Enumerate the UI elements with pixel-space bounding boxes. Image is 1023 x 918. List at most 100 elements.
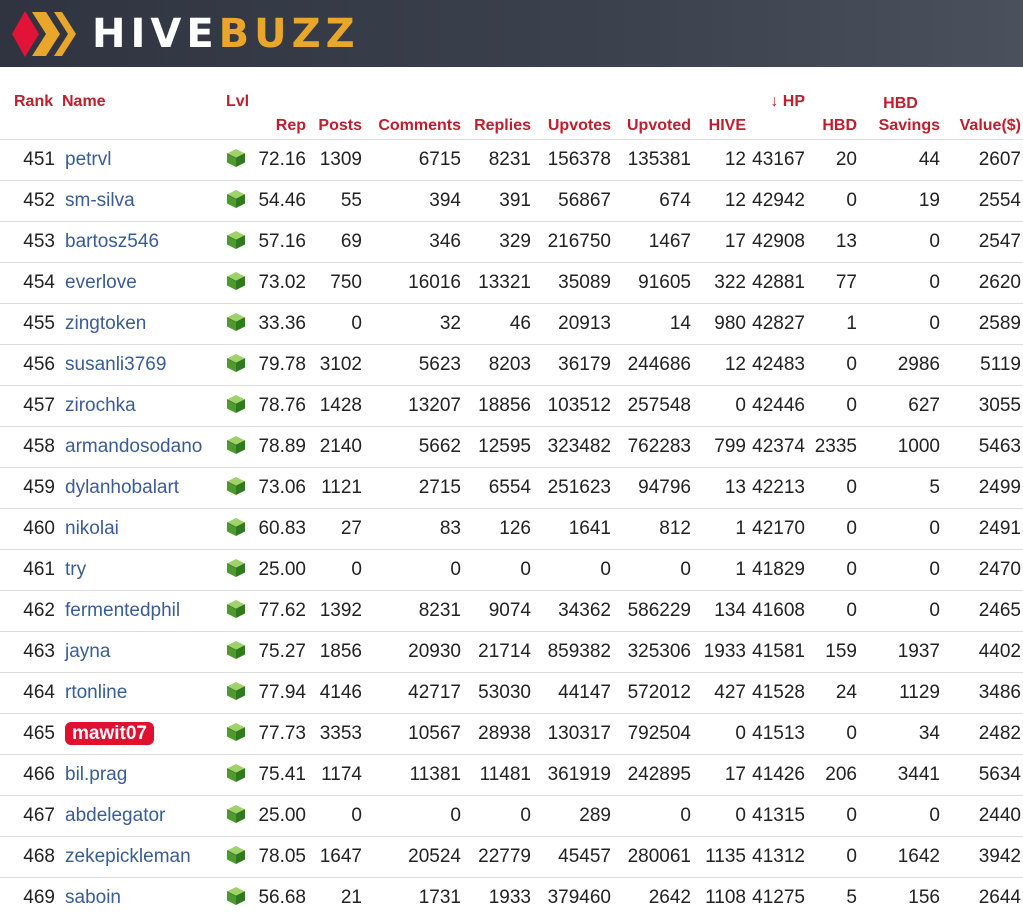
upvoted-cell: 812 <box>613 509 693 550</box>
level-cell <box>224 263 250 304</box>
user-name-link[interactable]: jayna <box>60 632 224 673</box>
leaderboard-table: Rank Name Lvl Rep Posts Comments Replies… <box>0 80 1023 918</box>
value-cell: 5634 <box>942 755 1023 796</box>
hive-cell: 17 <box>693 755 748 796</box>
savings-cell: 19 <box>859 181 942 222</box>
brand-wordmark[interactable]: HIVEBUZZ <box>92 11 360 57</box>
comments-cell: 6715 <box>364 140 463 181</box>
level-cell <box>224 427 250 468</box>
user-name-link[interactable]: dylanhobalart <box>60 468 224 509</box>
level-cell <box>224 591 250 632</box>
user-name-link[interactable]: saboin <box>60 878 224 918</box>
user-name-link[interactable]: armandosodano <box>60 427 224 468</box>
hp-cell: 41608 <box>748 591 807 632</box>
user-name-link[interactable]: rtonline <box>60 673 224 714</box>
header-hp[interactable]: ↓ HP <box>748 80 807 140</box>
hbd-cell: 24 <box>807 673 859 714</box>
hbd-cell: 0 <box>807 345 859 386</box>
value-cell: 3486 <box>942 673 1023 714</box>
user-name-link[interactable]: bil.prag <box>60 755 224 796</box>
user-name-link[interactable]: bartosz546 <box>60 222 224 263</box>
rep-cell: 77.94 <box>250 673 308 714</box>
hive-cell: 799 <box>693 427 748 468</box>
header-posts[interactable]: Posts <box>308 80 364 140</box>
header-replies[interactable]: Replies <box>463 80 533 140</box>
level-cube-icon <box>226 722 246 747</box>
posts-cell: 0 <box>308 304 364 345</box>
rank-cell: 458 <box>0 427 60 468</box>
user-name-link[interactable]: zekepickleman <box>60 837 224 878</box>
upvotes-cell: 20913 <box>533 304 613 345</box>
posts-cell: 3353 <box>308 714 364 755</box>
comments-cell: 5623 <box>364 345 463 386</box>
header-value[interactable]: Value($) <box>942 80 1023 140</box>
upvoted-cell: 325306 <box>613 632 693 673</box>
table-row: 468zekepickleman78.051647205242277945457… <box>0 837 1023 878</box>
upvoted-cell: 244686 <box>613 345 693 386</box>
rank-cell: 469 <box>0 878 60 918</box>
hbd-cell: 13 <box>807 222 859 263</box>
table-row: 461try25.0000000141829002470 <box>0 550 1023 591</box>
upvotes-cell: 130317 <box>533 714 613 755</box>
highlighted-user-link[interactable]: mawit07 <box>65 722 154 745</box>
user-name-link[interactable]: everlove <box>60 263 224 304</box>
replies-cell: 0 <box>463 550 533 591</box>
savings-cell: 2986 <box>859 345 942 386</box>
hive-logo-icon[interactable] <box>8 6 78 67</box>
upvotes-cell: 361919 <box>533 755 613 796</box>
upvoted-cell: 762283 <box>613 427 693 468</box>
upvotes-cell: 251623 <box>533 468 613 509</box>
replies-cell: 46 <box>463 304 533 345</box>
user-name-link[interactable]: sm-silva <box>60 181 224 222</box>
table-row: 454everlove73.02750160161332135089916053… <box>0 263 1023 304</box>
user-name-link[interactable]: fermentedphil <box>60 591 224 632</box>
rank-cell: 455 <box>0 304 60 345</box>
level-cube-icon <box>226 640 246 665</box>
header-hbd-savings[interactable]: HBDSavings <box>859 80 942 140</box>
header-rank[interactable]: Rank <box>0 80 60 140</box>
user-name-link[interactable]: abdelegator <box>60 796 224 837</box>
user-name-link[interactable]: petrvl <box>60 140 224 181</box>
header-upvotes[interactable]: Upvotes <box>533 80 613 140</box>
value-cell: 2607 <box>942 140 1023 181</box>
savings-cell: 34 <box>859 714 942 755</box>
sort-arrow-icon: ↓ <box>770 93 778 110</box>
header-hbd[interactable]: HBD <box>807 80 859 140</box>
posts-cell: 1428 <box>308 386 364 427</box>
user-name-link[interactable]: zingtoken <box>60 304 224 345</box>
value-cell: 4402 <box>942 632 1023 673</box>
table-row: 467abdelegator25.000002890041315002440 <box>0 796 1023 837</box>
header-upvoted[interactable]: Upvoted <box>613 80 693 140</box>
header-name[interactable]: Name <box>60 80 224 140</box>
user-name-link[interactable]: susanli3769 <box>60 345 224 386</box>
table-row: 463jayna75.27185620930217148593823253061… <box>0 632 1023 673</box>
comments-cell: 346 <box>364 222 463 263</box>
level-cube-icon <box>226 230 246 255</box>
savings-cell: 44 <box>859 140 942 181</box>
rep-cell: 75.41 <box>250 755 308 796</box>
rep-cell: 56.68 <box>250 878 308 918</box>
savings-cell: 0 <box>859 509 942 550</box>
rank-cell: 468 <box>0 837 60 878</box>
replies-cell: 8231 <box>463 140 533 181</box>
replies-cell: 126 <box>463 509 533 550</box>
user-name-cell[interactable]: mawit07 <box>60 714 224 755</box>
header-rep[interactable]: Rep <box>250 80 308 140</box>
upvotes-cell: 379460 <box>533 878 613 918</box>
user-name-link[interactable]: nikolai <box>60 509 224 550</box>
table-row: 459dylanhobalart73.061121271565542516239… <box>0 468 1023 509</box>
header-lvl[interactable]: Lvl <box>224 80 250 140</box>
upvotes-cell: 859382 <box>533 632 613 673</box>
header-comments[interactable]: Comments <box>364 80 463 140</box>
posts-cell: 55 <box>308 181 364 222</box>
hp-cell: 43167 <box>748 140 807 181</box>
posts-cell: 4146 <box>308 673 364 714</box>
header-hive[interactable]: HIVE <box>693 80 748 140</box>
user-name-link[interactable]: zirochka <box>60 386 224 427</box>
savings-cell: 627 <box>859 386 942 427</box>
user-name-link[interactable]: try <box>60 550 224 591</box>
upvoted-cell: 0 <box>613 796 693 837</box>
rep-cell: 54.46 <box>250 181 308 222</box>
table-row: 451petrvl72.1613096715823115637813538112… <box>0 140 1023 181</box>
level-cell <box>224 181 250 222</box>
